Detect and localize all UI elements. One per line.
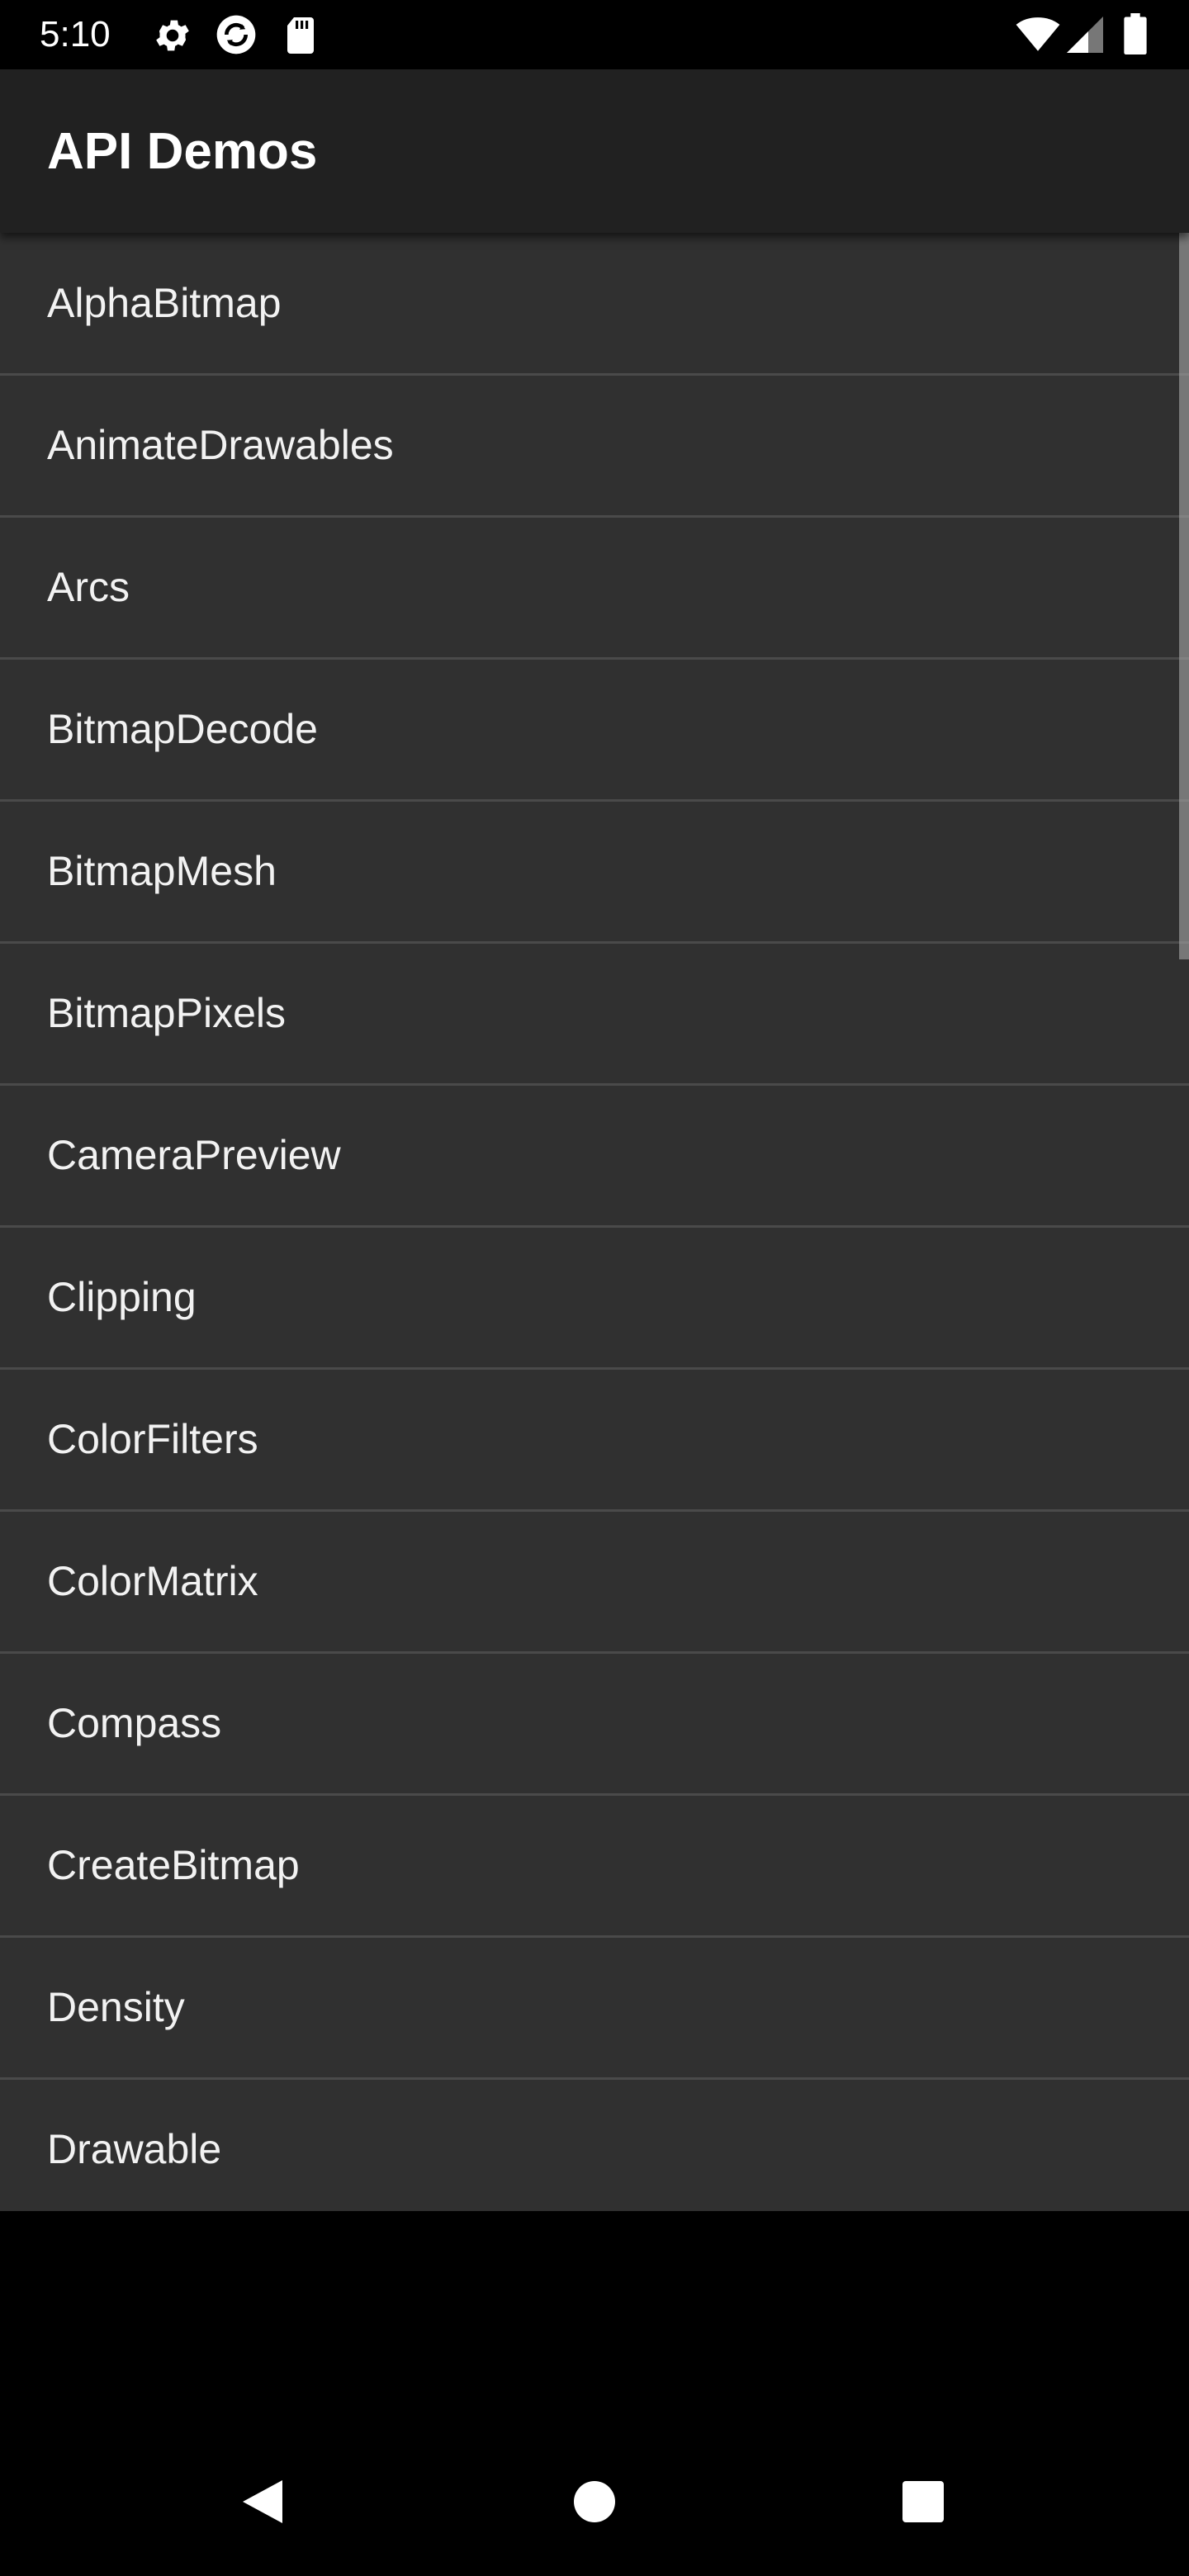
list-item[interactable]: Compass [0,1653,1189,1796]
list-item[interactable]: AlphaBitmap [0,233,1189,376]
list-item[interactable]: Clipping [0,1227,1189,1370]
list-item[interactable]: BitmapPixels [0,943,1189,1086]
page-title: API Demos [47,123,318,180]
list-item-label: ColorFilters [47,1416,258,1462]
list-item[interactable]: ColorFilters [0,1369,1189,1512]
recents-button[interactable] [841,2427,1006,2576]
list-item[interactable]: Drawable [0,2079,1189,2211]
list-item-label: Clipping [47,1274,197,1320]
list-item[interactable]: CameraPreview [0,1085,1189,1228]
list-item[interactable]: BitmapDecode [0,659,1189,802]
back-button[interactable] [180,2427,345,2576]
list-item[interactable]: AnimateDrawables [0,375,1189,518]
list-item-label: CreateBitmap [47,1842,300,1888]
cell-signal-icon [1067,17,1103,57]
list-item-label: ColorMatrix [47,1558,258,1604]
status-bar: 5:10 [0,0,1189,69]
list-item-label: BitmapMesh [47,848,277,894]
list-item-label: CameraPreview [47,1132,341,1178]
nav-bar [0,2427,1189,2576]
sync-icon [213,12,259,62]
list-item[interactable]: BitmapMesh [0,801,1189,944]
list-item[interactable]: Density [0,1937,1189,2080]
list-item-label: Drawable [47,2126,222,2172]
list-item-label: BitmapDecode [47,706,318,752]
list-item-label: Arcs [47,564,130,610]
gear-icon [152,15,193,60]
app-bar: API Demos [0,69,1189,233]
demo-list[interactable]: AlphaBitmap AnimateDrawables Arcs Bitmap… [0,233,1189,2211]
scrollbar[interactable] [1179,233,1189,959]
list-item[interactable]: ColorMatrix [0,1511,1189,1654]
home-button[interactable] [512,2427,677,2576]
list-item[interactable]: CreateBitmap [0,1795,1189,1938]
list-item-label: Density [47,1984,185,2030]
list-item-label: AnimateDrawables [47,422,394,468]
list-item-label: BitmapPixels [47,990,286,1036]
status-time: 5:10 [40,14,111,54]
list-item-label: AlphaBitmap [47,280,282,326]
wifi-icon [1016,17,1060,57]
list-item[interactable]: Arcs [0,517,1189,660]
battery-icon [1123,13,1148,59]
sd-card-icon [284,15,317,60]
list-item-label: Compass [47,1700,222,1746]
